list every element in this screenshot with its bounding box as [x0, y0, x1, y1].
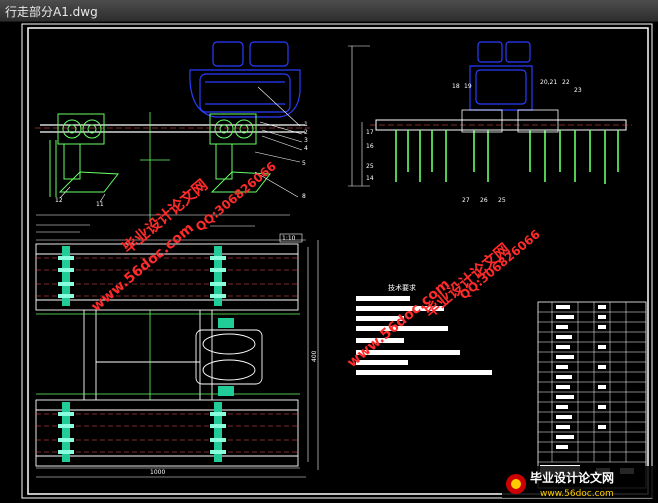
svg-text:3: 3 [304, 137, 308, 144]
svg-text:25: 25 [366, 163, 374, 170]
svg-text:17: 17 [366, 129, 374, 136]
notes-title: 技术要求 [388, 283, 416, 292]
svg-text:1: 1 [304, 121, 308, 128]
left-elevation-view: 12 34 5 8 12 11 [35, 41, 310, 222]
drawing-canvas[interactable]: 12 34 5 8 12 11 17 16 25 14 18 19 20,21 2… [0, 22, 658, 499]
svg-text:22: 22 [562, 79, 570, 86]
drawing-inner-border [27, 27, 649, 495]
svg-text:8: 8 [302, 193, 306, 200]
parts-list-table [537, 301, 647, 489]
watermark-group-left: 毕业设计论文网 www.56doc.com QQ:306826066 [88, 159, 279, 315]
side-dimension: 400 [311, 350, 318, 362]
svg-text:18: 18 [452, 83, 460, 90]
svg-text:11: 11 [96, 201, 104, 208]
svg-text:14: 14 [366, 175, 374, 182]
watermark-qq: QQ:306826066 [193, 159, 279, 234]
footer-brand: 毕业设计论文网 www.56doc.com [502, 466, 654, 499]
footer-brand-url: www.56doc.com [540, 489, 614, 499]
watermark-qq: QQ:306826066 [457, 227, 543, 302]
right-elevation-view: 17 16 25 14 18 19 20,21 22 23 27 26 25 [348, 41, 632, 204]
scale-label: 1:10 [282, 235, 296, 242]
svg-text:2: 2 [304, 129, 308, 136]
footer-brand-cn: 毕业设计论文网 [530, 470, 614, 485]
svg-text:12: 12 [55, 197, 63, 204]
title-bar: 行走部分A1.dwg [0, 0, 658, 22]
svg-text:26: 26 [480, 197, 488, 204]
watermark-site-cn: 毕业设计论文网 [421, 240, 513, 321]
svg-text:27: 27 [462, 197, 470, 204]
svg-text:5: 5 [302, 160, 306, 167]
bottom-dimension: 1000 [150, 469, 165, 476]
svg-text:19: 19 [464, 83, 472, 90]
cad-viewer-window: 行走部分A1.dwg 1 2 3 4 5 8 12 11 17 16 25 14… [0, 0, 658, 499]
plan-view: 400 1000 1:10 [35, 214, 319, 478]
svg-text:4: 4 [304, 145, 308, 152]
cad-drawing: 12 34 5 8 12 11 1716 2514 18 19 20,21 22 2… [21, 23, 654, 499]
svg-text:20,21: 20,21 [540, 79, 557, 86]
svg-text:23: 23 [574, 87, 582, 94]
svg-text:25: 25 [498, 197, 506, 204]
svg-text:16: 16 [366, 143, 374, 150]
window-title: 行走部分A1.dwg [5, 5, 98, 19]
